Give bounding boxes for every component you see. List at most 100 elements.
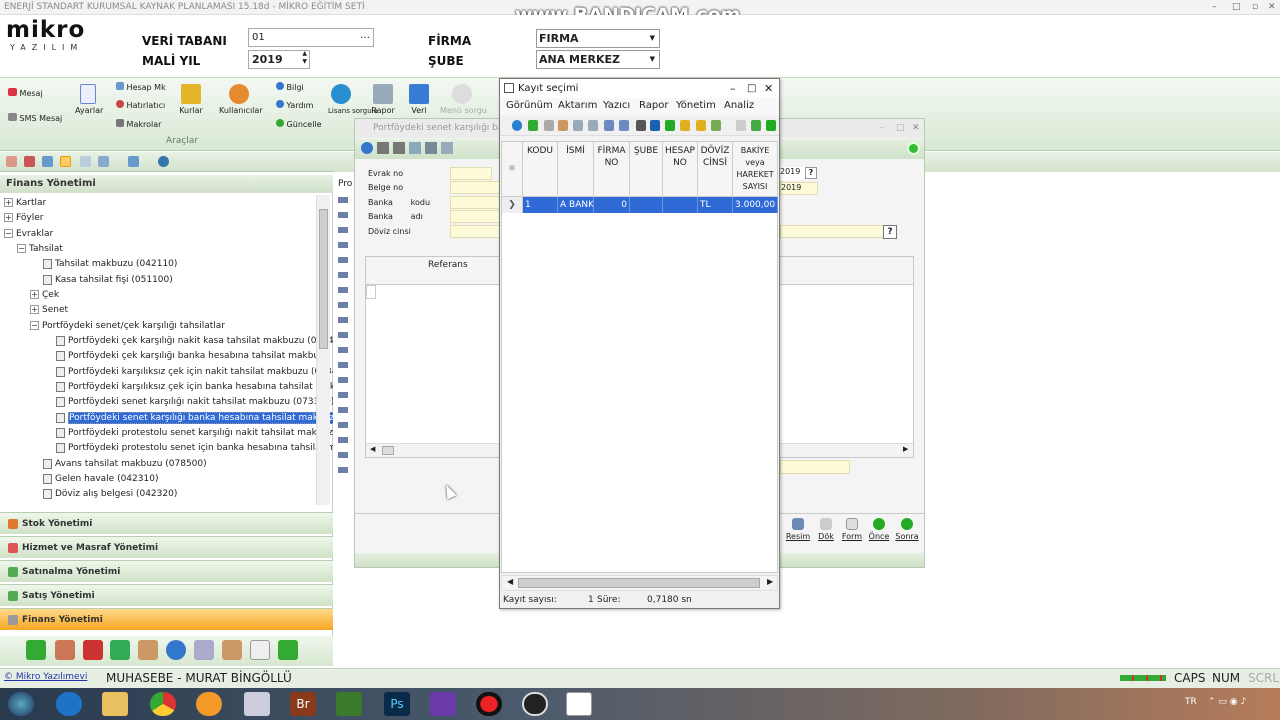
hesap-button[interactable]: Hesap Mk	[116, 82, 166, 92]
date-field-2[interactable]: 2019	[780, 182, 818, 195]
col-ismi[interactable]: İSMİ	[558, 142, 594, 197]
belge-input[interactable]	[450, 181, 500, 194]
tree-item[interactable]: Portföydeki senet karşılığı nakit tahsil…	[56, 395, 334, 410]
cell-hesap-no[interactable]	[663, 197, 698, 213]
db-input[interactable]: 01…	[248, 28, 374, 47]
tree-item[interactable]: Kasa tahsilat fişi (051100)	[43, 273, 173, 288]
app-icon[interactable]	[336, 692, 362, 716]
tree-item[interactable]: + Föyler	[4, 211, 43, 226]
minimize-icon[interactable]: –	[880, 119, 885, 138]
kullanicilar-button[interactable]: Kullanıcılar	[219, 84, 263, 115]
calculator-icon[interactable]	[244, 692, 270, 716]
grid-icon[interactable]	[128, 156, 139, 167]
module-icon[interactable]	[194, 640, 214, 660]
module-icon[interactable]	[110, 640, 130, 660]
tree-item[interactable]: − Evraklar	[4, 227, 53, 242]
tool-icon[interactable]	[98, 156, 109, 167]
globe-icon[interactable]	[158, 156, 169, 167]
tool-icon[interactable]	[573, 120, 583, 131]
sms-button[interactable]: SMS Mesaj	[8, 113, 62, 123]
makrolar-button[interactable]: Makrolar	[116, 119, 161, 129]
ie-icon[interactable]	[56, 692, 82, 716]
obs-icon[interactable]	[522, 692, 548, 716]
vendor-link[interactable]: © Mikro Yazılımevi	[4, 672, 87, 682]
tool-icon[interactable]	[24, 156, 35, 167]
close-icon[interactable]: ✕	[912, 119, 920, 138]
cell-ismi[interactable]: A BANK	[558, 197, 594, 213]
start-icon[interactable]	[8, 692, 34, 716]
scroll-thumb[interactable]	[382, 446, 394, 455]
tree-item[interactable]: Gelen havale (042310)	[43, 472, 158, 487]
module-icon[interactable]	[83, 640, 103, 660]
lisans-button[interactable]: Lisans sorgula	[328, 84, 378, 115]
tool-icon[interactable]	[544, 120, 554, 131]
arrow-right-icon[interactable]: ▶	[767, 577, 773, 586]
bridge-icon[interactable]: Br	[290, 692, 316, 716]
maximize-icon[interactable]: □	[896, 119, 905, 138]
tool-icon[interactable]	[711, 120, 721, 131]
ok-icon[interactable]	[907, 142, 920, 155]
close-icon[interactable]: ✕	[764, 79, 773, 98]
menu-aktarim[interactable]: Aktarım	[558, 100, 597, 111]
grid-hscroll[interactable]: ◀ ▶	[501, 575, 778, 591]
minimize-icon[interactable]: –	[1212, 0, 1217, 15]
col-doviz-cinsi[interactable]: DÖVİZ CİNSİ	[698, 142, 733, 197]
tool-icon[interactable]	[604, 120, 614, 131]
evrak-input[interactable]	[450, 167, 492, 180]
total-field[interactable]	[780, 460, 850, 474]
aciklama-input[interactable]	[780, 225, 897, 238]
menu-satis[interactable]: Satış Yönetimi	[0, 584, 333, 606]
menu-sorgu-button[interactable]: Menü sorgu	[440, 84, 487, 115]
menu-yonetim[interactable]: Yönetim	[676, 100, 716, 111]
col-kodu[interactable]: KODU	[523, 142, 558, 197]
yardim-button[interactable]: Yardım	[276, 100, 313, 110]
tool-icon[interactable]	[393, 142, 405, 154]
folder-icon[interactable]	[102, 692, 128, 716]
tree-item[interactable]: Portföydeki çek karşılığı banka hesabına…	[56, 349, 342, 364]
tool-icon[interactable]	[80, 156, 91, 167]
arrow-right-icon[interactable]	[766, 120, 776, 131]
hatirlatici-button[interactable]: Hatırlatıcı	[116, 100, 165, 110]
tree-item[interactable]: Portföydeki protestolu senet için banka …	[56, 441, 341, 456]
tool-icon[interactable]	[636, 120, 646, 131]
module-icon[interactable]	[250, 640, 270, 660]
cell-firma-no[interactable]: 0	[594, 197, 630, 213]
cell-bakiye[interactable]: 3.000,00	[733, 197, 778, 213]
tree-item[interactable]: + Çek	[30, 288, 59, 303]
tool-icon[interactable]	[619, 120, 629, 131]
arrow-left-icon[interactable]: ◀	[507, 577, 513, 586]
home-icon[interactable]	[6, 156, 17, 167]
prev-button[interactable]: Önce	[866, 517, 892, 547]
mikro-icon[interactable]	[566, 692, 592, 716]
scroll-thumb[interactable]	[319, 209, 328, 349]
module-icon[interactable]	[138, 640, 158, 660]
guncelle-button[interactable]: Güncelle	[276, 119, 322, 129]
menu-hizmet[interactable]: Hizmet ve Masraf Yönetimi	[0, 536, 333, 558]
tool-icon[interactable]	[377, 142, 389, 154]
scroll-thumb[interactable]	[518, 578, 760, 588]
banka-kodu-input[interactable]	[450, 196, 500, 209]
refresh-icon[interactable]	[512, 120, 522, 131]
tool-icon[interactable]	[409, 142, 421, 154]
tool-icon[interactable]	[425, 142, 437, 154]
tool-icon[interactable]	[361, 142, 373, 154]
arrow-right-icon[interactable]: ▶	[903, 445, 908, 453]
menu-finans[interactable]: Finans Yönetimi	[0, 608, 333, 630]
firm-select[interactable]: FIRMA ▼	[536, 29, 660, 48]
maximize-icon[interactable]: □	[1232, 0, 1241, 15]
menu-gorunum[interactable]: Görünüm	[506, 100, 553, 111]
mesaj-button[interactable]: Mesaj	[8, 88, 43, 98]
cell-sube[interactable]	[630, 197, 663, 213]
tree-item[interactable]: − Portföydeki senet/çek karşılığı tahsila…	[30, 319, 225, 334]
tool-icon[interactable]	[665, 120, 675, 131]
year-stepper[interactable]: 2019 ▲ ▼	[248, 50, 310, 69]
menu-yazici[interactable]: Yazıcı	[603, 100, 630, 111]
bilgi-button[interactable]: Bilgi	[276, 82, 304, 92]
tree-item[interactable]: Portföydeki çek karşılığı nakit kasa tah…	[56, 334, 346, 349]
tree-item[interactable]: + Kartlar	[4, 196, 46, 211]
help-icon[interactable]: ?	[883, 225, 897, 239]
visual-studio-icon[interactable]	[430, 692, 456, 716]
minimize-icon[interactable]: –	[730, 79, 736, 98]
menu-analiz[interactable]: Analiz	[724, 100, 754, 111]
menu-stok[interactable]: Stok Yönetimi	[0, 512, 333, 534]
